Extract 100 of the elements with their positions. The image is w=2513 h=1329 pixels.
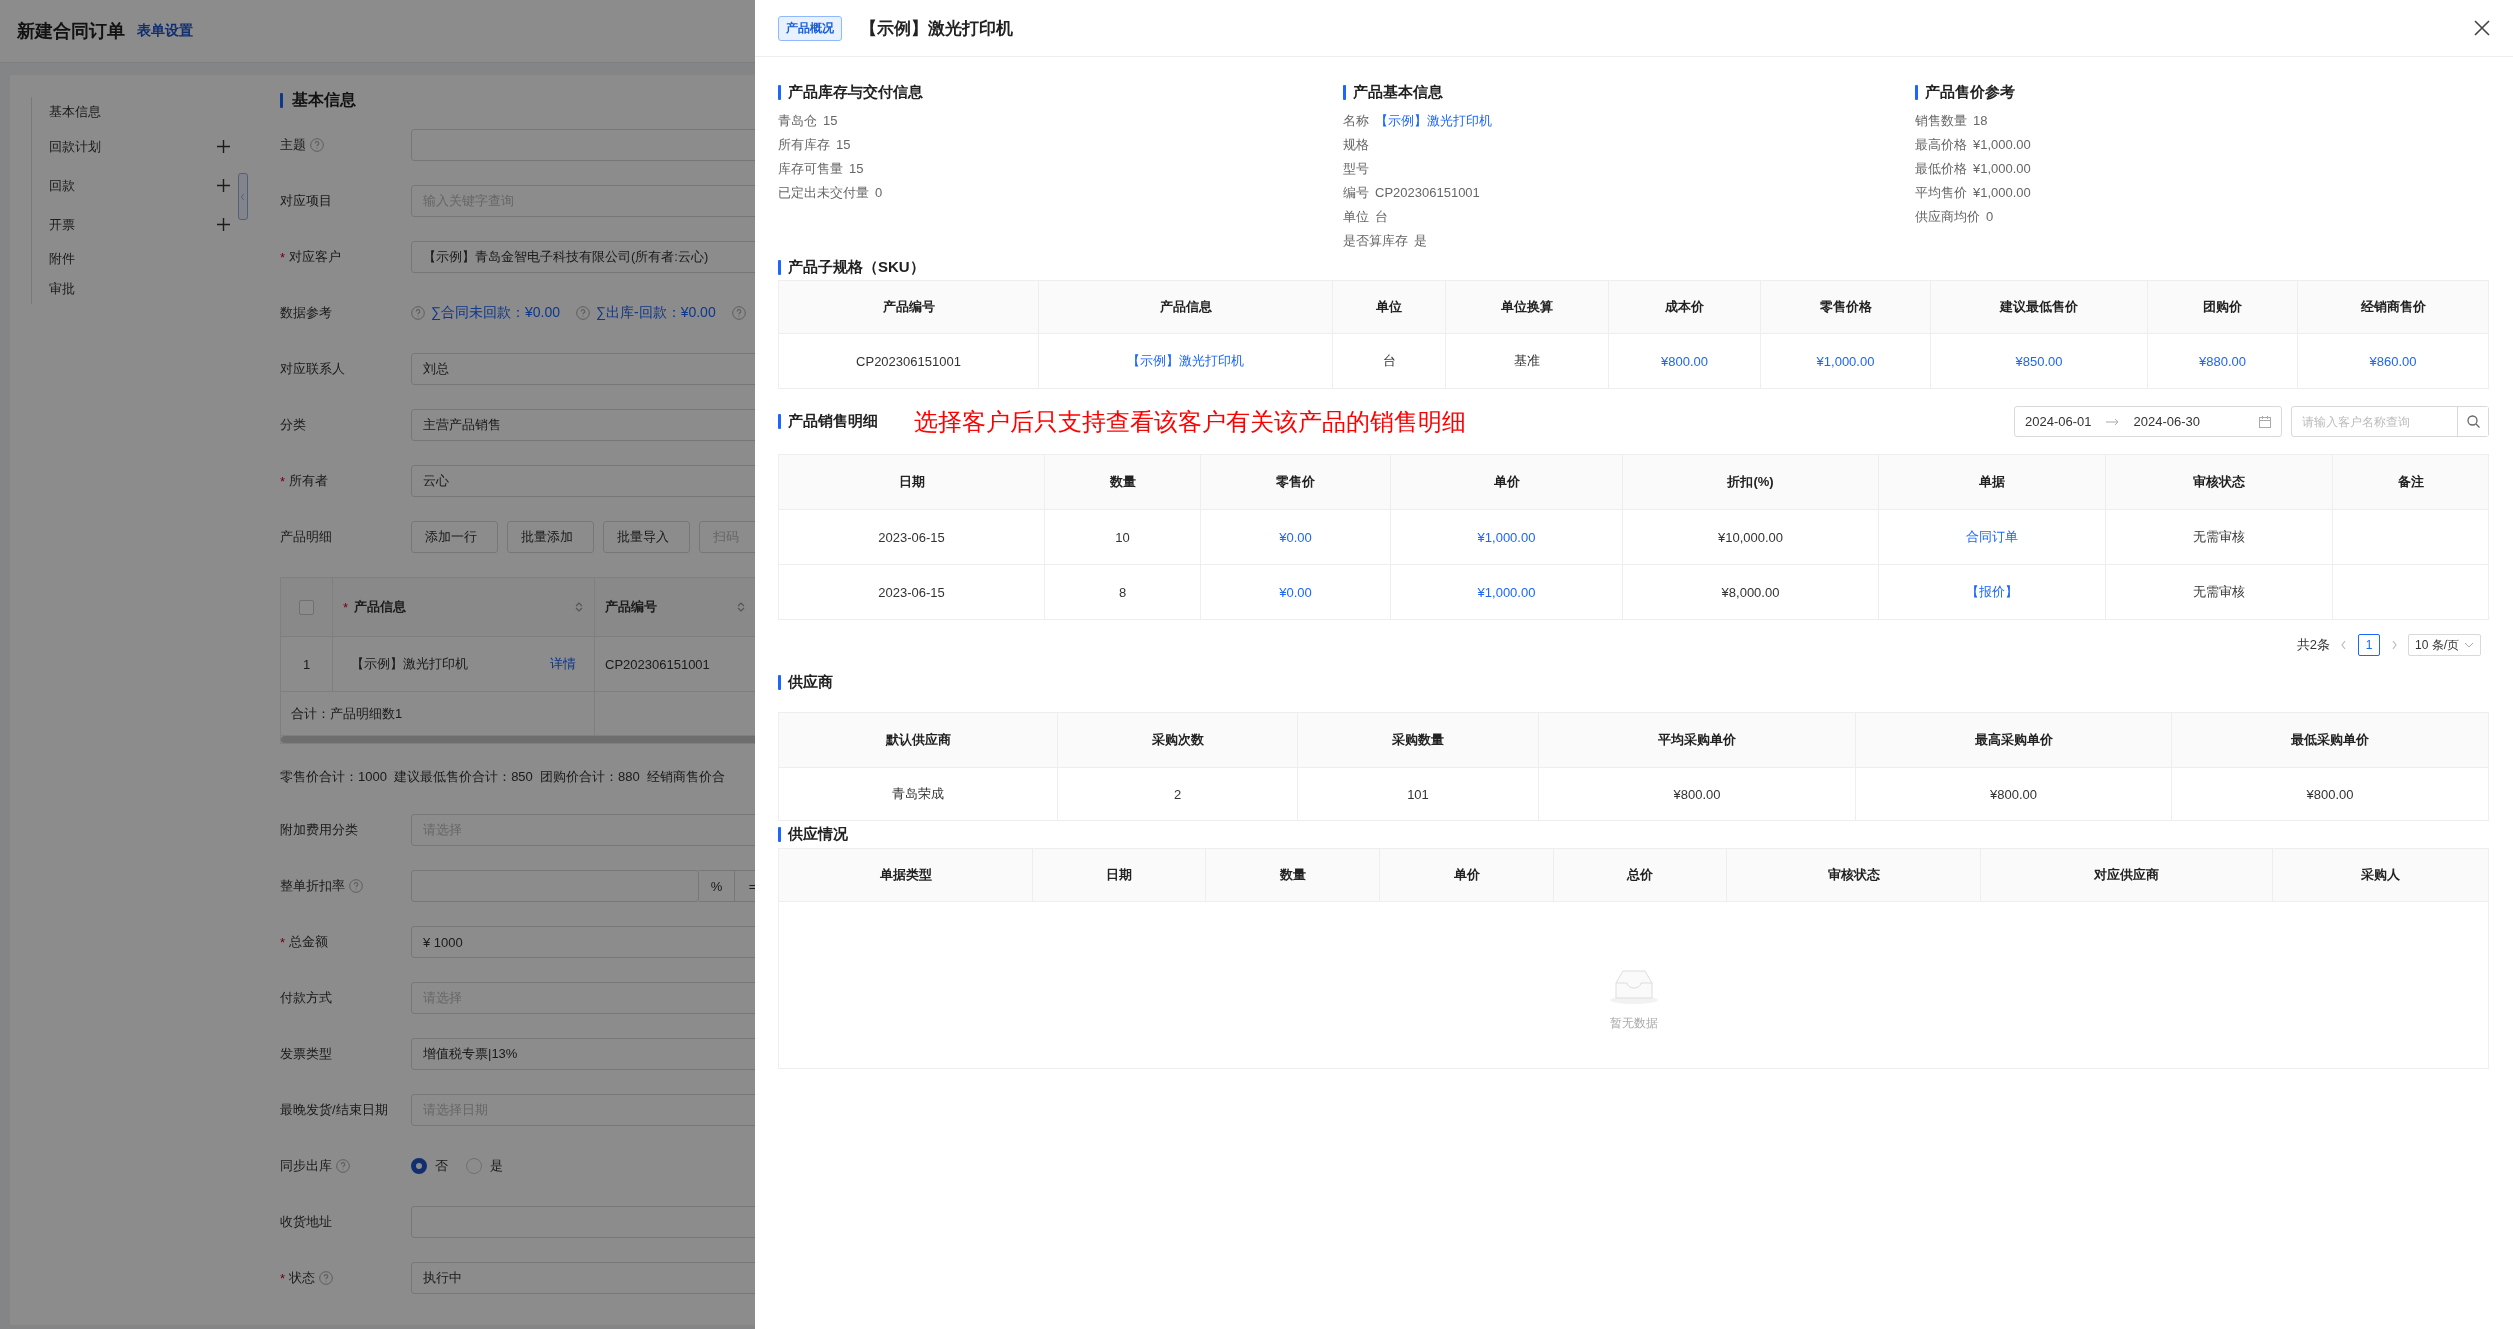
info-value: 0 [1986, 208, 1994, 226]
info-value: ¥1,000.00 [1973, 160, 2031, 178]
table-cell: ¥8,000.00 [1622, 564, 1879, 620]
input-field[interactable]: 云心 [411, 465, 755, 497]
action-button[interactable]: 添加一行 [411, 521, 498, 553]
column-header: 建议最低售价 [1930, 280, 2148, 334]
table-link[interactable]: ¥860.00 [2369, 353, 2417, 369]
column-header: 零售价 [1200, 454, 1391, 510]
nav-item[interactable]: 回款计划 [49, 137, 101, 156]
help-icon[interactable] [310, 138, 324, 152]
radio-option[interactable]: 否 [411, 1157, 448, 1175]
column-header: 单位换算 [1445, 280, 1609, 334]
checkbox[interactable] [299, 599, 314, 615]
plus-icon[interactable] [217, 140, 231, 153]
nav-item[interactable]: 审批 [49, 280, 75, 298]
table-link[interactable]: ¥1,000.00 [1477, 529, 1536, 545]
table-cell: 基准 [1445, 333, 1609, 389]
input-field[interactable]: 【示例】青岛金智电子科技有限公司(所有者:云心) [411, 241, 755, 273]
table-cell: 8 [1044, 564, 1201, 620]
column-header: 产品编号 [778, 280, 1039, 334]
input-field[interactable]: 增值税专票|13% [411, 1038, 755, 1070]
scrollbar[interactable] [281, 736, 755, 743]
section-title: 供应商 [788, 672, 833, 692]
action-button[interactable]: 批量添加 [507, 521, 594, 553]
table-cell: ¥800.00 [1538, 767, 1856, 821]
nav-item[interactable]: 回款 [49, 176, 75, 195]
section-title: 供应情况 [788, 824, 848, 844]
table-cell: 无需审核 [2105, 564, 2333, 620]
section-title: 产品售价参考 [1925, 82, 2015, 102]
field-label: 对应客户 [289, 248, 342, 266]
table-link[interactable]: 【示例】激光打印机 [1127, 353, 1244, 368]
help-icon[interactable] [349, 879, 363, 893]
close-icon [2472, 18, 2492, 38]
field-label: 发票类型 [280, 1045, 332, 1063]
info-label: 青岛仓 [778, 112, 817, 130]
percent-addon: % [699, 870, 735, 902]
collapse-handle[interactable] [238, 173, 249, 220]
info-label: 平均售价 [1915, 184, 1967, 202]
input-field[interactable]: 执行中 [411, 1262, 755, 1294]
column-header: 日期 [778, 454, 1045, 510]
table-link[interactable]: ¥0.00 [1279, 529, 1312, 545]
settings-link[interactable]: 表单设置 [137, 22, 193, 40]
chevron-down-icon [2464, 640, 2474, 650]
reference-link[interactable]: ∑出库-回款：¥0.00 [596, 304, 716, 322]
help-icon[interactable] [411, 306, 425, 320]
action-button[interactable]: 批量导入 [603, 521, 690, 553]
help-icon[interactable] [576, 306, 590, 320]
table-link[interactable]: ¥800.00 [1661, 353, 1708, 369]
column-header: 单价 [1390, 454, 1623, 510]
search-button[interactable] [2457, 407, 2488, 436]
reference-link[interactable]: ∑合同未回款：¥0.00 [431, 304, 560, 322]
info-label: 最低价格 [1915, 160, 1967, 178]
column-header: 单据类型 [778, 848, 1033, 902]
field-label: 附加费用分类 [280, 821, 358, 839]
close-button[interactable] [2472, 18, 2492, 38]
help-icon[interactable] [336, 1159, 350, 1173]
info-value: 台 [1375, 208, 1388, 226]
column-header: 产品编号 [605, 598, 658, 616]
column-header: 默认供应商 [778, 712, 1058, 768]
page-size-select[interactable]: 10 条/页 [2408, 634, 2481, 656]
table-link[interactable]: ¥850.00 [2015, 353, 2063, 369]
date-range-picker[interactable]: 2024-06-01 2024-06-30 [2014, 406, 2282, 437]
input-field[interactable]: 刘总 [411, 353, 755, 385]
info-label: 销售数量 [1915, 112, 1967, 130]
table-link[interactable]: ¥0.00 [1279, 584, 1312, 600]
nav-item[interactable]: 开票 [49, 215, 75, 234]
info-label: 所有库存 [778, 136, 830, 154]
info-label: 编号 [1343, 184, 1369, 202]
nav-item[interactable]: 基本信息 [49, 103, 101, 121]
tag: 产品概况 [778, 15, 842, 41]
input-field[interactable]: 主营产品销售 [411, 409, 755, 441]
required-mark: * [280, 934, 286, 950]
table-cell: CP202306151001 [778, 333, 1039, 389]
page-button[interactable]: 1 [2358, 634, 2380, 656]
search-field[interactable]: 请输入客户名称查询 [2291, 406, 2489, 437]
help-icon[interactable] [319, 1271, 334, 1285]
sort-icon [574, 602, 584, 612]
field-label: 总金额 [289, 933, 329, 951]
date-start: 2024-06-01 [2025, 414, 2092, 429]
plus-icon[interactable] [217, 179, 231, 192]
table-link[interactable]: ¥880.00 [2199, 353, 2246, 369]
info-label: 单位 [1343, 208, 1369, 226]
row-number: 1 [302, 656, 311, 672]
details-link[interactable]: 详情 [550, 655, 576, 673]
table-link[interactable]: ¥1,000.00 [1477, 584, 1536, 600]
section-title: 基本信息 [292, 89, 356, 110]
info-label: 是否算库存 [1343, 232, 1408, 250]
field-label: 数据参考 [280, 304, 332, 322]
table-link[interactable]: ¥1,000.00 [1816, 353, 1875, 369]
help-icon[interactable] [731, 306, 746, 320]
plus-icon[interactable] [217, 218, 231, 231]
input-field[interactable]: ¥ 1000 [411, 926, 755, 958]
radio-option[interactable]: 是 [466, 1157, 503, 1175]
product-link[interactable]: 【示例】激光打印机 [1375, 109, 1492, 133]
column-header: 采购次数 [1057, 712, 1298, 768]
nav-item[interactable]: 附件 [49, 250, 75, 268]
info-value: ¥1,000.00 [1973, 184, 2031, 202]
table-link[interactable]: 合同订单 [1966, 529, 2018, 544]
table-cell: ¥800.00 [2171, 767, 2489, 821]
table-link[interactable]: 【报价】 [1966, 584, 2018, 599]
